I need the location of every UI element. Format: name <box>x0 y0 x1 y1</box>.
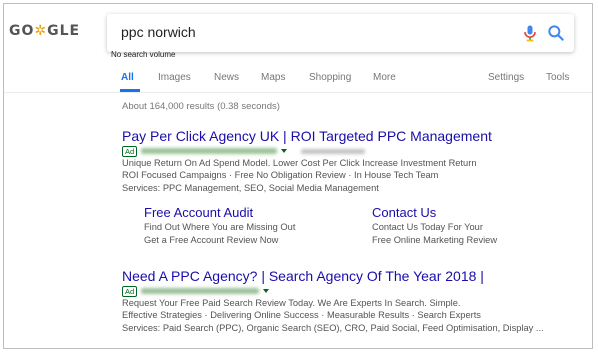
sitelink-desc: Find Out Where You are Missing Out <box>144 222 296 232</box>
ad-result: Need A PPC Agency? | Search Agency Of Th… <box>122 268 582 334</box>
result-snippet-line: Request Your Free Paid Search Review Tod… <box>122 298 461 308</box>
mic-icon[interactable] <box>520 23 540 43</box>
logo-text: GO <box>9 23 35 39</box>
sitelink: Free Account Audit Find Out Where You ar… <box>144 205 364 246</box>
result-url-line: Ad <box>122 145 582 157</box>
tab-images[interactable]: Images <box>158 72 191 83</box>
result-snippet-line: ROI Focused Campaigns · Free No Obligati… <box>122 170 439 181</box>
search-query-text[interactable]: ppc norwich <box>121 24 196 40</box>
tab-news[interactable]: News <box>214 72 239 83</box>
tab-more[interactable]: More <box>373 72 396 83</box>
blurred-url <box>141 148 278 154</box>
search-tabs: All Images News Maps Shopping More Setti… <box>4 68 592 92</box>
sitelink: Contact Us Contact Us Today For Your Fre… <box>372 205 592 246</box>
sitelink-title[interactable]: Free Account Audit <box>144 205 364 221</box>
caret-down-icon[interactable] <box>263 289 270 293</box>
tab-maps[interactable]: Maps <box>261 72 285 83</box>
blurred-url <box>141 288 260 294</box>
search-input[interactable]: ppc norwich <box>107 14 574 52</box>
sitelink-desc: Free Online Marketing Review <box>372 234 498 245</box>
browser-frame: GO✲GLE ppc norwich No search volume All … <box>3 3 593 349</box>
search-volume-note: No search volume <box>111 50 176 59</box>
blurred-phone-number <box>301 148 366 154</box>
ad-result: Pay Per Click Agency UK | ROI Targeted P… <box>122 128 582 194</box>
sitelink-desc: Contact Us Today For Your <box>372 222 483 232</box>
result-snippet-line: Unique Return On Ad Spend Model. Lower C… <box>122 158 477 168</box>
sitelinks: Free Account Audit Find Out Where You ar… <box>144 205 584 253</box>
google-doodle-logo[interactable]: GO✲GLE <box>9 23 80 39</box>
result-url-line: Ad <box>122 285 582 297</box>
result-stats: About 164,000 results (0.38 seconds) <box>122 101 280 112</box>
result-title-link[interactable]: Pay Per Click Agency UK | ROI Targeted P… <box>122 128 582 144</box>
tab-tools[interactable]: Tools <box>546 72 569 83</box>
ad-badge: Ad <box>122 285 138 297</box>
doodle-icon: ✲ <box>34 23 48 39</box>
ad-badge: Ad <box>122 145 138 157</box>
caret-down-icon[interactable] <box>281 149 288 153</box>
result-snippet-line: Effective Strategies · Delivering Online… <box>122 310 481 321</box>
active-tab-indicator <box>120 89 140 92</box>
result-title-link[interactable]: Need A PPC Agency? | Search Agency Of Th… <box>122 268 582 284</box>
sitelink-title[interactable]: Contact Us <box>372 205 592 221</box>
search-icon[interactable] <box>546 23 566 43</box>
logo-text-rest: GLE <box>47 23 81 39</box>
result-snippet-line: Services: Paid Search (PPC), Organic Sea… <box>122 322 544 333</box>
tab-shopping[interactable]: Shopping <box>309 72 351 83</box>
result-snippet-line: Services: PPC Management, SEO, Social Me… <box>122 182 379 193</box>
search-header: GO✲GLE ppc norwich No search volume All … <box>4 4 592 93</box>
tab-all[interactable]: All <box>121 72 134 83</box>
tab-settings[interactable]: Settings <box>488 72 524 83</box>
sitelink-desc: Get a Free Account Review Now <box>144 234 279 245</box>
